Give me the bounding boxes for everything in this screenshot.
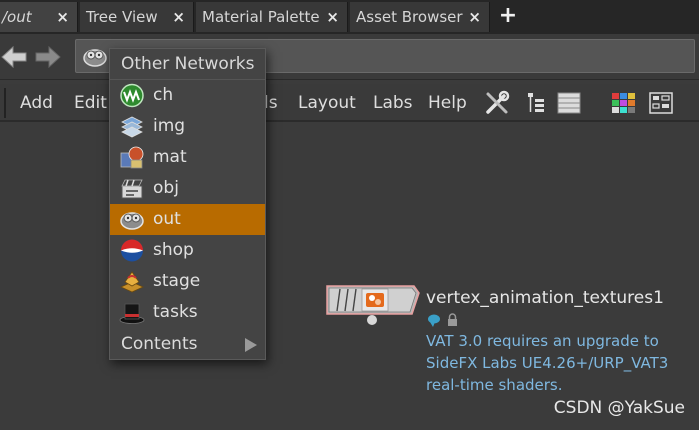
close-icon[interactable]: × [468, 2, 481, 32]
out-network-icon[interactable] [82, 44, 108, 68]
node-name: vertex_animation_textures1 [426, 288, 664, 308]
dropdown-item-shop[interactable]: shop [110, 235, 265, 266]
tab-asset-browser[interactable]: Asset Browser × [350, 2, 490, 32]
dropdown-item-mat[interactable]: mat [110, 142, 265, 173]
dropdown-item-obj[interactable]: obj [110, 173, 265, 204]
menu-bar: Add Edit ls Layout Labs Help [0, 84, 699, 122]
shop-network-icon [121, 239, 143, 262]
dropdown-item-img[interactable]: img [110, 111, 265, 142]
ch-network-icon [120, 83, 144, 108]
close-icon[interactable]: × [326, 2, 339, 32]
dropdown-item-label: ch [153, 85, 174, 105]
dropdown-item-out[interactable]: out [110, 204, 265, 235]
menu-labs[interactable]: Labs [373, 84, 413, 122]
tab-label: Asset Browser [356, 8, 463, 26]
back-arrow-icon[interactable] [0, 43, 28, 71]
dropdown-item-label: img [153, 116, 186, 136]
comment-line: real-time shaders. [426, 376, 563, 394]
comment-line: SideFX Labs UE4.26+/URP_VAT3 [426, 354, 669, 372]
vat-node[interactable] [326, 285, 420, 315]
menu-help[interactable]: Help [428, 84, 467, 122]
node-shapes-icon[interactable] [648, 90, 674, 116]
menu-add[interactable]: Add [20, 84, 53, 122]
dropdown-item-label: stage [153, 271, 201, 291]
tab-tree-view[interactable]: Tree View × [80, 2, 194, 32]
dropdown-contents-submenu[interactable]: Contents [110, 329, 265, 360]
dropdown-item-label: mat [153, 147, 187, 167]
dropdown-header: Other Networks [110, 49, 265, 80]
dropdown-item-label: shop [153, 240, 194, 260]
toolbar-grip[interactable] [4, 88, 8, 118]
node-badges [428, 313, 457, 328]
lock-icon[interactable] [448, 313, 457, 326]
img-network-icon [121, 116, 143, 138]
tree-list-icon[interactable] [524, 90, 550, 116]
dropdown-item-ch[interactable]: ch [110, 80, 265, 111]
out-network-icon [120, 212, 144, 230]
node-comment: VAT 3.0 requires an upgrade to SideFX La… [426, 330, 696, 396]
node-output-connector[interactable] [367, 315, 377, 325]
wrench-icon[interactable] [484, 90, 510, 116]
comment-line: VAT 3.0 requires an upgrade to [426, 332, 659, 350]
list-view-icon[interactable] [556, 90, 582, 116]
watermark: CSDN @YakSue [553, 398, 685, 418]
tab-label: /out [2, 8, 32, 26]
tab-material-palette[interactable]: Material Palette × [196, 2, 348, 32]
dropdown-item-stage[interactable]: stage [110, 266, 265, 297]
close-icon[interactable]: × [172, 2, 185, 32]
dropdown-item-label: tasks [153, 302, 198, 322]
tab-bar: /out × Tree View × Material Palette × As… [0, 0, 699, 34]
submenu-arrow-icon [245, 338, 257, 352]
add-tab-button[interactable]: + [496, 2, 520, 32]
obj-network-icon [121, 179, 143, 199]
comment-icon[interactable] [428, 314, 440, 328]
menu-edit[interactable]: Edit [74, 84, 107, 122]
path-bar [0, 34, 699, 80]
dropdown-item-label: out [153, 209, 181, 229]
dropdown-item-label: obj [153, 178, 179, 198]
forward-arrow-icon[interactable] [34, 43, 62, 71]
menu-tools[interactable]: ls [264, 84, 278, 122]
color-palette-icon[interactable] [610, 90, 636, 116]
tab-label: Tree View [86, 8, 158, 26]
other-networks-dropdown: Other Networks ch img mat obj out shop s… [109, 48, 266, 360]
stage-network-icon [120, 271, 144, 293]
dropdown-item-tasks[interactable]: tasks [110, 297, 265, 328]
tasks-network-icon [119, 303, 145, 324]
close-icon[interactable]: × [56, 2, 69, 32]
tab-label: Material Palette [202, 8, 320, 26]
dropdown-item-label: Contents [121, 334, 198, 354]
tab-out[interactable]: /out × [0, 2, 78, 32]
mat-network-icon [120, 146, 144, 169]
menu-layout[interactable]: Layout [298, 84, 356, 122]
